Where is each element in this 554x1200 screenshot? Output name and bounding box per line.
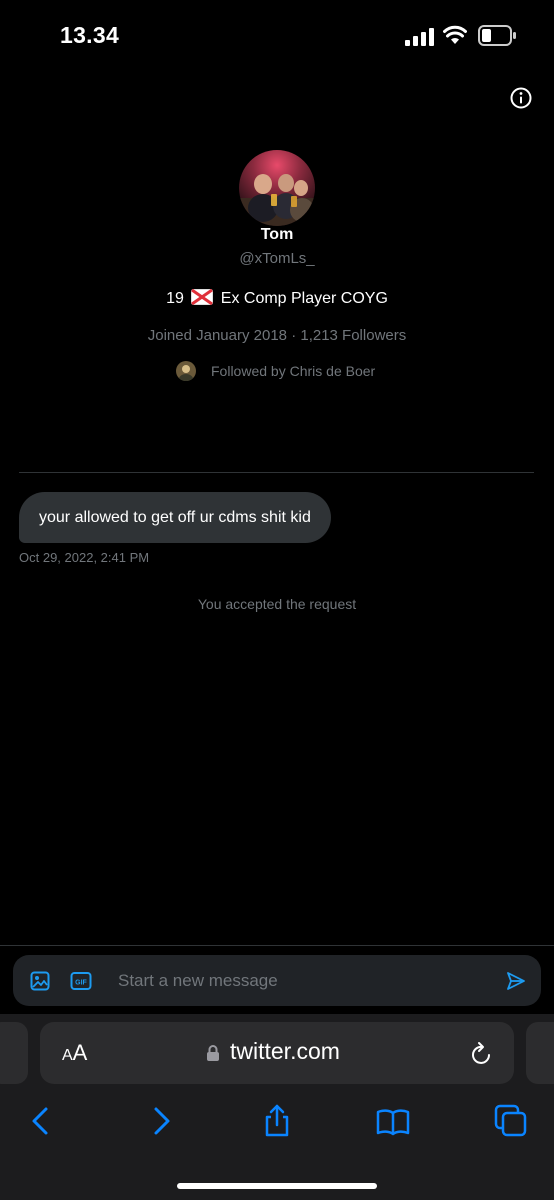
info-icon[interactable] [510, 87, 532, 109]
address-bar[interactable]: AA twitter.com [40, 1022, 514, 1084]
status-bar: 13.34 [0, 0, 554, 76]
message-bubble[interactable]: your allowed to get off ur cdms shit kid [19, 492, 331, 543]
next-tab-preview[interactable] [526, 1022, 554, 1084]
profile-name: Tom [260, 226, 294, 243]
profile-meta: Joined January 2018 · 1,213 Followers [147, 327, 407, 344]
tabs-icon[interactable] [494, 1104, 528, 1138]
reload-icon[interactable] [470, 1040, 494, 1066]
avatar-photo [239, 150, 315, 226]
gif-icon[interactable]: GIF [70, 971, 92, 991]
profile-bio: 19 Ex Comp Player COYG [0, 289, 554, 308]
send-icon[interactable] [506, 971, 526, 991]
profile-handle: @xTomLs_ [239, 250, 315, 267]
text-size-large: A [72, 1040, 88, 1065]
message-timestamp: Oct 29, 2022, 2:41 PM [19, 550, 150, 565]
home-indicator[interactable] [177, 1183, 377, 1189]
svg-text:GIF: GIF [75, 980, 87, 987]
message-input[interactable] [118, 967, 488, 995]
url-text: twitter.com [230, 1038, 340, 1064]
bio-prefix: 19 [166, 290, 184, 307]
battery-icon [478, 25, 516, 46]
bio-suffix: Ex Comp Player COYG [220, 290, 388, 307]
st-patrick-flag-icon [191, 289, 214, 305]
message-composer: GIF [13, 955, 541, 1006]
lock-icon [207, 1045, 219, 1061]
forward-icon[interactable] [144, 1104, 178, 1138]
request-accepted-note: You accepted the request [197, 596, 357, 612]
follower-avatar [176, 361, 196, 381]
followed-by-text: Followed by Chris de Boer [211, 363, 376, 379]
composer-divider [0, 945, 554, 946]
header-divider [19, 472, 534, 473]
cellular-signal-icon [405, 28, 434, 46]
image-icon[interactable] [30, 971, 50, 991]
wifi-icon [443, 25, 467, 44]
status-time: 13.34 [60, 22, 120, 48]
browser-chrome: AA twitter.com [0, 1014, 554, 1200]
profile-avatar[interactable] [239, 150, 315, 226]
text-size-small: A [62, 1047, 73, 1064]
back-icon[interactable] [24, 1104, 58, 1138]
bookmarks-icon[interactable] [376, 1104, 410, 1138]
text-size-button[interactable]: AA [62, 1040, 87, 1066]
share-icon[interactable] [260, 1104, 294, 1138]
followed-by[interactable]: Followed by Chris de Boer [176, 360, 375, 382]
message-text: your allowed to get off ur cdms shit kid [39, 508, 311, 526]
previous-tab-preview[interactable] [0, 1022, 28, 1084]
